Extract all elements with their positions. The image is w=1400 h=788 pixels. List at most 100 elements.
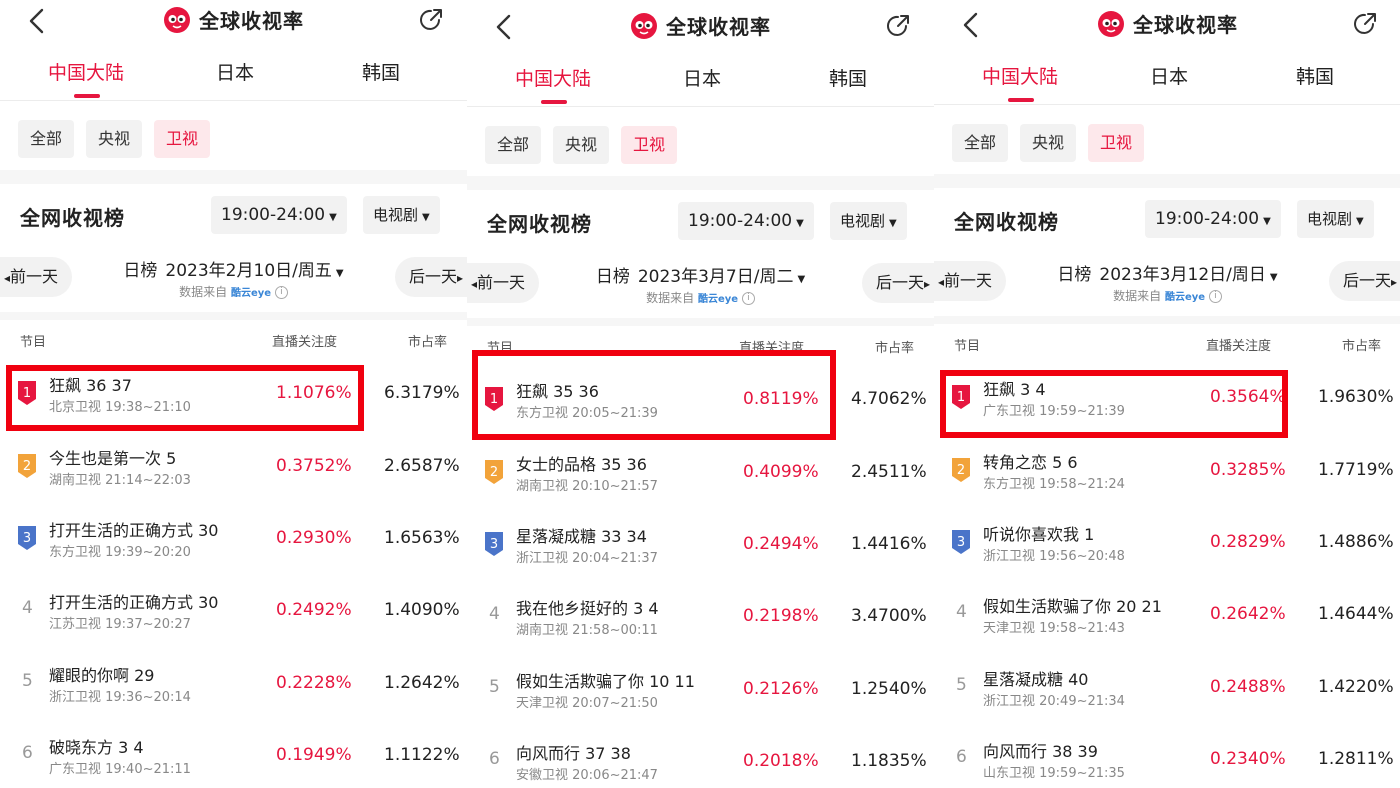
section-gap <box>0 170 467 184</box>
rank-badge-icon: 3 <box>485 532 503 556</box>
caret-down-icon: ▼ <box>335 268 344 279</box>
tab-region-2[interactable]: 韩国 <box>362 58 400 85</box>
market-share-value: 1.4644% <box>1318 604 1394 624</box>
day-rank-label: 日榜 <box>123 261 158 281</box>
share-icon[interactable] <box>884 12 912 40</box>
table-row[interactable]: 2 今生也是第一次 5 湖南卫视 21:14~22:03 0.3752% 2.6587% <box>0 428 467 500</box>
table-row[interactable]: 6 向风而行 38 39 山东卫视 19:59~21:35 0.2340% 1.2811… <box>934 721 1400 788</box>
share-icon[interactable] <box>1351 10 1379 38</box>
channel-filter: 全部 央视 卫视 <box>952 124 1145 162</box>
table-row[interactable]: 5 耀眼的你啊 29 浙江卫视 19:36~20:14 0.2228% 1.2642% <box>0 645 467 717</box>
caret-down-icon: ▼ <box>797 274 806 285</box>
app-title: 全球收视率 <box>666 15 771 39</box>
genre-dropdown[interactable]: 电视剧 ▼ <box>363 196 440 234</box>
tab-region-0[interactable]: 中国大陆 <box>515 64 591 91</box>
ratings-panel: 全球收视率 中国大陆 日本 韩国 全部 央视 卫视 全网收视榜 19:00-24:00 ▼ 电视剧 ▼… <box>934 0 1400 788</box>
date-selector[interactable]: 日榜 2023年3月12日/周日 ▼ <box>934 260 1400 285</box>
attention-value: 0.2018% <box>743 751 819 771</box>
show-title: 向风而行 37 38 <box>516 744 631 763</box>
day-rank-label: 日榜 <box>595 267 630 287</box>
tab-region-1[interactable]: 日本 <box>683 64 721 91</box>
share-icon[interactable] <box>417 6 445 34</box>
attention-value: 0.3285% <box>1210 460 1286 480</box>
day-rank-label: 日榜 <box>1057 265 1092 285</box>
attention-value: 0.2930% <box>276 528 352 548</box>
show-title: 听说你喜欢我 1 <box>983 525 1095 544</box>
caret-down-icon: ▼ <box>1263 216 1271 227</box>
col-header-attention: 直播关注度 <box>272 335 338 350</box>
rank-number: 4 <box>22 598 33 618</box>
col-header-program: 节目 <box>20 335 47 350</box>
rank-badge-icon: 3 <box>18 526 36 550</box>
genre-dropdown[interactable]: 电视剧 ▼ <box>830 202 907 240</box>
tab-region-2[interactable]: 韩国 <box>829 64 867 91</box>
time-slot-dropdown[interactable]: 19:00-24:00 ▼ <box>678 202 814 240</box>
channel-time: 湖南卫视 21:58~00:11 <box>516 623 658 638</box>
highlight-box <box>6 365 364 431</box>
table-row[interactable]: 2 转角之恋 5 6 东方卫视 19:58~21:24 0.3285% 1.7719% <box>934 432 1400 504</box>
section-title: 全网收视榜 <box>20 206 125 230</box>
table-row[interactable]: 5 假如生活欺骗了你 10 11 天津卫视 20:07~21:50 0.2126% 1.… <box>467 651 934 723</box>
caret-down-icon: ▼ <box>889 218 897 229</box>
genre-dropdown[interactable]: 电视剧 ▼ <box>1297 200 1374 238</box>
tab-region-1[interactable]: 日本 <box>1150 62 1188 89</box>
show-title: 打开生活的正确方式 30 <box>49 521 219 540</box>
show-title: 我在他乡挺好的 3 4 <box>516 599 659 618</box>
table-row[interactable]: 6 破晓东方 3 4 广东卫视 19:40~21:11 0.1949% 1.1122% <box>0 717 467 788</box>
attention-value: 0.2488% <box>1210 677 1286 697</box>
market-share-value: 2.6587% <box>384 456 460 476</box>
table-row[interactable]: 4 打开生活的正确方式 30 江苏卫视 19:37~20:27 0.2492% 1.40… <box>0 572 467 644</box>
info-icon[interactable]: i <box>1208 290 1222 303</box>
section-gap <box>467 176 934 190</box>
date-selector[interactable]: 日榜 2023年2月10日/周五 ▼ <box>0 256 467 281</box>
show-title: 转角之恋 5 6 <box>983 453 1078 472</box>
channel-time: 浙江卫视 20:49~21:34 <box>983 694 1125 709</box>
table-row[interactable]: 4 假如生活欺骗了你 20 21 天津卫视 19:58~21:43 0.2642% 1.… <box>934 576 1400 648</box>
caret-down-icon: ▼ <box>422 212 430 223</box>
pill-2[interactable]: 卫视 <box>621 126 678 164</box>
pill-0[interactable]: 全部 <box>485 126 542 164</box>
screenshot-collage: 全球收视率 中国大陆 日本 韩国 全部 央视 卫视 全网收视榜 19:00-24:00 ▼ 电视剧 ▼… <box>0 0 1400 788</box>
time-slot-dropdown[interactable]: 19:00-24:00 ▼ <box>1145 200 1281 238</box>
time-slot-dropdown[interactable]: 19:00-24:00 ▼ <box>211 196 347 234</box>
title-group: 全球收视率 <box>467 11 934 40</box>
show-title: 耀眼的你啊 29 <box>49 666 155 685</box>
pill-2[interactable]: 卫视 <box>1088 124 1145 162</box>
table-row[interactable]: 3 星落凝成糖 33 34 浙江卫视 20:04~21:37 0.2494% 1.441… <box>467 506 934 578</box>
info-icon[interactable]: i <box>741 292 755 305</box>
rank-badge-icon: 2 <box>18 454 36 478</box>
pill-0[interactable]: 全部 <box>18 120 75 158</box>
genre-value: 电视剧 <box>1307 210 1353 228</box>
active-tab-indicator <box>74 94 100 98</box>
header-bar: 全球收视率 <box>934 4 1400 52</box>
divider <box>467 106 934 107</box>
tab-region-1[interactable]: 日本 <box>216 58 254 85</box>
tab-region-2[interactable]: 韩国 <box>1296 62 1334 89</box>
date-value: 2023年3月7日/周二 <box>637 267 794 287</box>
ratings-panel: 全球收视率 中国大陆 日本 韩国 全部 央视 卫视 全网收视榜 19:00-24:00 ▼ 电视剧 ▼… <box>467 0 934 788</box>
info-icon[interactable]: i <box>274 286 288 299</box>
rank-number: 4 <box>956 602 967 622</box>
table-row[interactable]: 3 听说你喜欢我 1 浙江卫视 19:56~20:48 0.2829% 1.4886% <box>934 504 1400 576</box>
tab-region-0[interactable]: 中国大陆 <box>48 58 124 85</box>
pill-1[interactable]: 央视 <box>553 126 610 164</box>
app-logo-icon <box>164 6 190 33</box>
table-row[interactable]: 3 打开生活的正确方式 30 东方卫视 19:39~20:20 0.2930% 1.65… <box>0 500 467 572</box>
time-slot-value: 19:00-24:00 <box>1155 209 1260 229</box>
table-row[interactable]: 2 女士的品格 35 36 湖南卫视 20:10~21:57 0.4099% 2.451… <box>467 434 934 506</box>
pill-2[interactable]: 卫视 <box>154 120 211 158</box>
attention-value: 0.2228% <box>276 673 352 693</box>
rank-number: 2 <box>957 463 965 478</box>
date-selector[interactable]: 日榜 2023年3月7日/周二 ▼ <box>467 262 934 287</box>
table-row[interactable]: 5 星落凝成糖 40 浙江卫视 20:49~21:34 0.2488% 1.4220% <box>934 649 1400 721</box>
source-label: 数据来自 <box>1113 289 1162 303</box>
pill-1[interactable]: 央视 <box>86 120 143 158</box>
table-row[interactable]: 4 我在他乡挺好的 3 4 湖南卫视 21:58~00:11 0.2198% 3.470… <box>467 578 934 650</box>
pill-1[interactable]: 央视 <box>1020 124 1077 162</box>
table-row[interactable]: 6 向风而行 37 38 安徽卫视 20:06~21:47 0.2018% 1.1835… <box>467 723 934 788</box>
source-brand-logo: 酷云eye <box>1164 292 1206 303</box>
source-label: 数据来自 <box>179 285 228 299</box>
pill-0[interactable]: 全部 <box>952 124 1009 162</box>
tab-region-0[interactable]: 中国大陆 <box>982 62 1058 89</box>
source-label: 数据来自 <box>646 291 695 305</box>
